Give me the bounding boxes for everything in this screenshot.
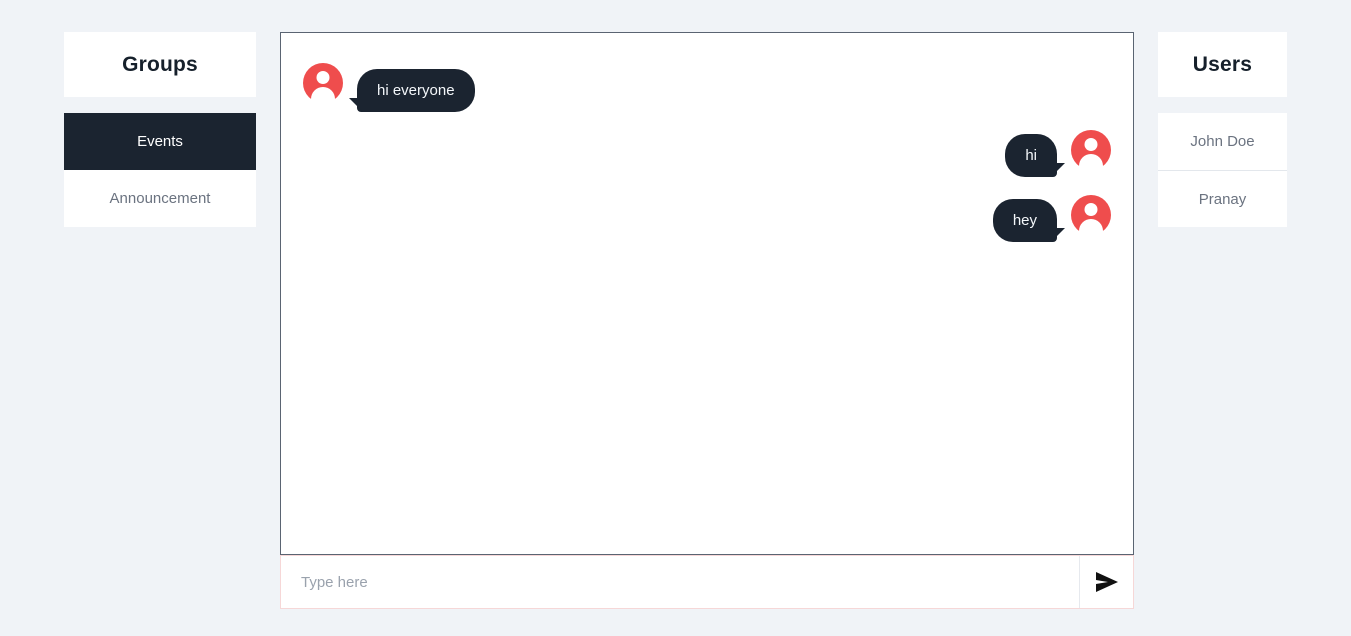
users-header-card: Users bbox=[1158, 32, 1287, 97]
message-row: hi bbox=[281, 130, 1133, 177]
message-row: hey bbox=[281, 195, 1133, 242]
avatar-body bbox=[311, 87, 335, 103]
groups-panel-title: Groups bbox=[122, 52, 198, 76]
message-list: hi everyone hi hey bbox=[280, 32, 1134, 555]
person-avatar-icon bbox=[1071, 130, 1111, 170]
users-panel: Users John Doe Pranay bbox=[1158, 32, 1287, 227]
chat-application: Groups Events Announcement hi everyone h… bbox=[0, 0, 1351, 636]
message-text: hi bbox=[1025, 147, 1037, 164]
user-item-label: John Doe bbox=[1190, 133, 1255, 150]
avatar-body bbox=[1079, 219, 1103, 235]
groups-list: Events Announcement bbox=[64, 113, 256, 227]
message-bubble: hey bbox=[992, 199, 1066, 242]
message-text: hi everyone bbox=[377, 82, 455, 99]
user-item-pranay[interactable]: Pranay bbox=[1158, 170, 1287, 227]
user-item-john-doe[interactable]: John Doe bbox=[1158, 113, 1287, 170]
users-list: John Doe Pranay bbox=[1158, 113, 1287, 227]
avatar-head bbox=[316, 71, 330, 84]
group-item-announcement[interactable]: Announcement bbox=[64, 170, 256, 227]
message-text: hey bbox=[1012, 212, 1037, 229]
chat-area: hi everyone hi hey bbox=[280, 32, 1134, 609]
message-row: hi everyone bbox=[281, 63, 1133, 112]
avatar-head bbox=[1084, 203, 1098, 216]
user-item-label: Pranay bbox=[1198, 190, 1247, 208]
users-panel-title: Users bbox=[1192, 52, 1253, 76]
send-icon bbox=[1094, 571, 1120, 593]
person-avatar-icon bbox=[303, 63, 343, 103]
avatar-head bbox=[1084, 138, 1098, 151]
group-item-label: Announcement bbox=[109, 190, 211, 207]
message-composer bbox=[280, 555, 1134, 609]
send-button[interactable] bbox=[1079, 556, 1133, 608]
message-bubble: hi everyone bbox=[349, 69, 475, 112]
group-item-label: Events bbox=[137, 133, 183, 150]
groups-panel: Groups Events Announcement bbox=[64, 32, 256, 227]
avatar-body bbox=[1079, 154, 1103, 170]
group-item-events[interactable]: Events bbox=[64, 113, 256, 170]
groups-header-card: Groups bbox=[64, 32, 256, 97]
message-input[interactable] bbox=[281, 556, 1079, 608]
message-bubble: hi bbox=[1005, 134, 1065, 177]
person-avatar-icon bbox=[1071, 195, 1111, 235]
